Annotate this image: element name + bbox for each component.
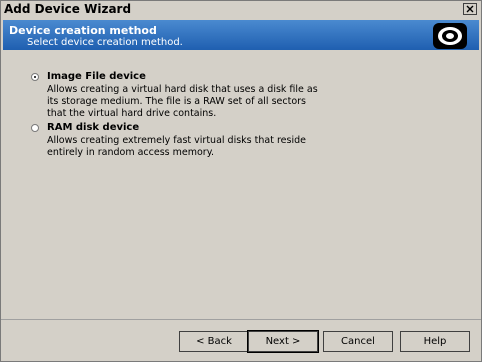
option-ram-disk[interactable]: RAM disk device Allows creating extremel…: [31, 122, 471, 159]
wizard-header: Device creation method Select device cre…: [3, 20, 479, 50]
cancel-button[interactable]: Cancel: [323, 331, 393, 352]
radio-icon[interactable]: [31, 73, 39, 81]
radio-icon[interactable]: [31, 124, 39, 132]
option-label[interactable]: RAM disk device: [47, 122, 471, 135]
close-icon: [466, 5, 474, 13]
step-title: Device creation method: [9, 24, 157, 37]
option-description: Allows creating extremely fast virtual d…: [47, 135, 306, 158]
option-image-file[interactable]: Image File device Allows creating a virt…: [31, 71, 471, 120]
back-button[interactable]: < Back: [179, 331, 249, 352]
button-bar: < Back Next > Cancel Help: [1, 319, 481, 362]
disk-icon: [433, 23, 467, 49]
wizard-window: Add Device Wizard Device creation method…: [0, 0, 482, 362]
close-button[interactable]: [463, 3, 477, 15]
next-button[interactable]: Next >: [247, 330, 319, 353]
option-label[interactable]: Image File device: [47, 71, 471, 84]
help-button[interactable]: Help: [400, 331, 470, 352]
title-bar: Add Device Wizard: [1, 1, 481, 19]
step-subtitle: Select device creation method.: [27, 37, 183, 48]
option-description: Allows creating a virtual hard disk that…: [47, 84, 318, 119]
window-title: Add Device Wizard: [4, 2, 132, 16]
creation-method-options: Image File device Allows creating a virt…: [31, 71, 471, 161]
